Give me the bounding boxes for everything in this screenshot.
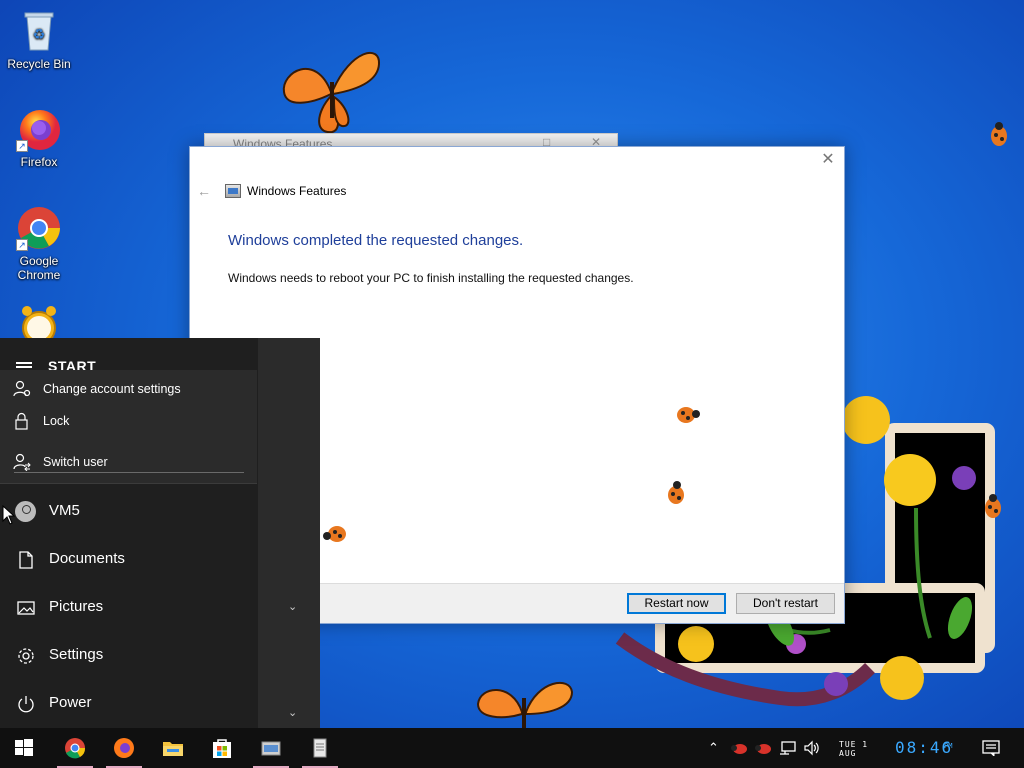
chrome-icon: ↗ — [16, 205, 62, 251]
desktop-icon-label: Google Chrome — [17, 254, 61, 282]
butterfly-decoration — [282, 51, 381, 134]
svg-text:♻: ♻ — [33, 27, 46, 43]
taskbar-firefox-button[interactable] — [100, 728, 148, 768]
clock-date-number: 1 — [862, 740, 869, 749]
start-item-user-vm5[interactable]: VM5 — [0, 488, 258, 536]
desktop-icon-recycle-bin[interactable]: ♻ Recycle Bin — [2, 8, 76, 71]
dont-restart-button[interactable]: Don't restart — [736, 593, 835, 614]
taskbar-file-explorer-button[interactable] — [149, 728, 197, 768]
windows-features-icon — [225, 184, 241, 198]
clock-ampm: PM — [944, 742, 953, 750]
desktop-icon-label: Firefox — [20, 155, 58, 169]
clock-day: TUE — [839, 740, 857, 749]
start-item-label: Power — [49, 694, 92, 711]
dialog-heading: Windows completed the requested changes. — [228, 232, 524, 249]
clock-month: AUG — [839, 749, 857, 758]
dialog-message: Windows needs to reboot your PC to finis… — [228, 271, 634, 285]
firefox-icon: ↗ — [16, 106, 62, 152]
start-icon — [15, 739, 33, 756]
switch-user-item[interactable]: Switch user — [0, 447, 257, 477]
notepad-icon — [313, 738, 327, 758]
chrome-icon — [65, 738, 86, 759]
start-item-pictures[interactable]: Pictures — [0, 584, 258, 632]
network-icon[interactable] — [779, 740, 797, 756]
shortcut-arrow-icon: ↗ — [16, 140, 28, 152]
recycle-bin-icon: ♻ — [16, 8, 62, 54]
mouse-cursor-icon — [2, 505, 16, 525]
chevron-up-icon[interactable]: ⌃ — [708, 740, 719, 756]
ladybug-decoration — [677, 407, 700, 423]
gear-icon — [18, 648, 34, 664]
taskbar: ⌃ TUE 1 AUG 08:46 PM — [0, 728, 1024, 768]
desktop-icon-firefox[interactable]: ↗ Firefox — [2, 106, 76, 169]
taskbar-store-button[interactable] — [198, 728, 246, 768]
start-item-settings[interactable]: Settings — [0, 632, 258, 680]
clock-date[interactable]: TUE 1 AUG — [839, 740, 873, 758]
start-menu: START Change account settings Lock Switc… — [0, 338, 320, 728]
volume-icon[interactable] — [803, 740, 821, 756]
start-button[interactable] — [0, 728, 48, 768]
windows-features-icon — [261, 741, 281, 756]
pictures-icon — [17, 601, 35, 615]
switch-user-icon — [13, 453, 31, 471]
popup-item-label: Change account settings — [43, 382, 181, 396]
lock-icon — [15, 412, 28, 430]
ladybug-tray-icon[interactable] — [755, 740, 773, 756]
start-item-label: Pictures — [49, 598, 104, 615]
ladybug-tray-icon[interactable] — [731, 740, 749, 756]
lock-item[interactable]: Lock — [0, 406, 257, 436]
ladybug-decoration — [991, 122, 1007, 146]
store-icon — [213, 739, 231, 758]
firefox-icon — [114, 738, 134, 758]
dialog-title: Windows Features — [247, 184, 347, 198]
account-popup: Change account settings Lock Switch user — [0, 370, 257, 484]
power-icon — [18, 696, 34, 713]
change-account-settings-item[interactable]: Change account settings — [0, 374, 257, 404]
avatar — [15, 501, 36, 522]
ladybug-decoration — [985, 494, 1001, 518]
shortcut-arrow-icon: ↗ — [16, 239, 28, 251]
start-item-label: Documents — [49, 550, 125, 567]
chevron-down-icon[interactable]: ⌄ — [288, 600, 300, 613]
back-arrow-icon[interactable]: ← — [197, 183, 211, 199]
user-settings-icon — [13, 380, 31, 397]
start-item-power[interactable]: Power — [0, 680, 258, 728]
close-icon[interactable]: ✕ — [820, 151, 836, 169]
document-icon — [19, 551, 33, 569]
butterfly-decoration — [476, 681, 574, 728]
start-item-label: Settings — [49, 646, 104, 663]
notifications-icon[interactable] — [982, 740, 1000, 756]
taskbar-windows-features-button[interactable] — [247, 728, 295, 768]
ladybug-decoration — [323, 526, 346, 542]
start-item-label: VM5 — [49, 502, 80, 519]
taskbar-notepad-button[interactable] — [296, 728, 344, 768]
start-item-documents[interactable]: Documents — [0, 536, 258, 584]
restart-now-button[interactable]: Restart now — [627, 593, 726, 614]
chevron-down-icon[interactable]: ⌄ — [288, 706, 300, 719]
file-explorer-icon — [163, 742, 183, 756]
desktop-icon-chrome[interactable]: ↗ Google Chrome — [2, 205, 76, 282]
popup-item-label: Lock — [43, 414, 70, 428]
ladybug-decoration — [668, 481, 684, 504]
popup-item-label: Switch user — [43, 455, 108, 469]
desktop-icon-label: Recycle Bin — [7, 57, 71, 71]
taskbar-chrome-button[interactable] — [51, 728, 99, 768]
